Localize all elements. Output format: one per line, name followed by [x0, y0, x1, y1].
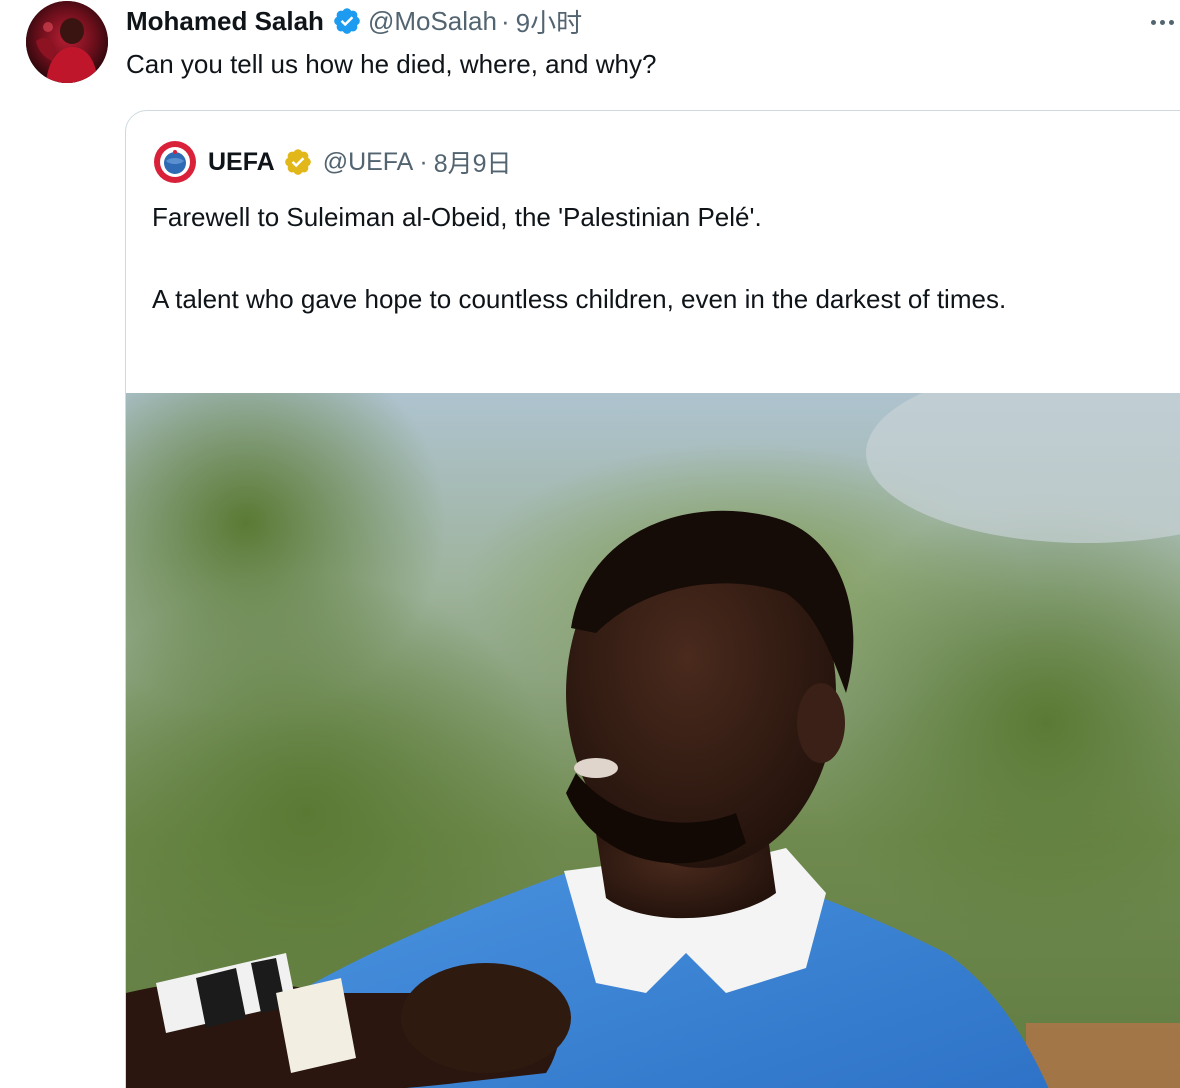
quoted-tweet-photo[interactable] — [126, 393, 1180, 1088]
avatar-image — [26, 1, 108, 83]
footballer-photo-image — [126, 393, 1180, 1088]
quoted-tweet-text: Farewell to Suleiman al-Obeid, the 'Pale… — [152, 197, 1152, 319]
more-options-icon[interactable] — [1144, 8, 1180, 36]
author-handle[interactable]: @MoSalah — [368, 6, 497, 37]
header-separator: · — [500, 5, 510, 36]
quoted-author-handle[interactable]: @UEFA — [323, 148, 414, 177]
quoted-paragraph-2: A talent who gave hope to countless chil… — [152, 284, 1007, 314]
quoted-tweet-card[interactable]: UEFA @UEFA · 8月9日 Farewell to Suleiman a… — [125, 110, 1180, 1088]
author-name[interactable]: Mohamed Salah — [126, 6, 324, 37]
quoted-paragraph-1: Farewell to Suleiman al-Obeid, the 'Pale… — [152, 202, 762, 232]
quoted-tweet-timestamp[interactable]: 8月9日 — [434, 144, 512, 180]
author-avatar[interactable] — [26, 1, 108, 83]
tweet-timestamp[interactable]: 9小时 — [516, 3, 582, 40]
uefa-logo-icon[interactable] — [154, 141, 196, 183]
tweet-header: Mohamed Salah @MoSalah · 9小时 — [126, 4, 582, 38]
verified-badge-icon[interactable] — [332, 6, 362, 36]
quoted-tweet-header: UEFA @UEFA · 8月9日 — [154, 141, 512, 183]
gold-verified-badge-icon[interactable] — [283, 147, 313, 177]
tweet-text: Can you tell us how he died, where, and … — [126, 49, 657, 79]
quoted-header-separator: · — [419, 147, 428, 176]
quoted-author-name[interactable]: UEFA — [208, 148, 275, 177]
tweet-view: Mohamed Salah @MoSalah · 9小时 Can you tel… — [0, 0, 1180, 1088]
